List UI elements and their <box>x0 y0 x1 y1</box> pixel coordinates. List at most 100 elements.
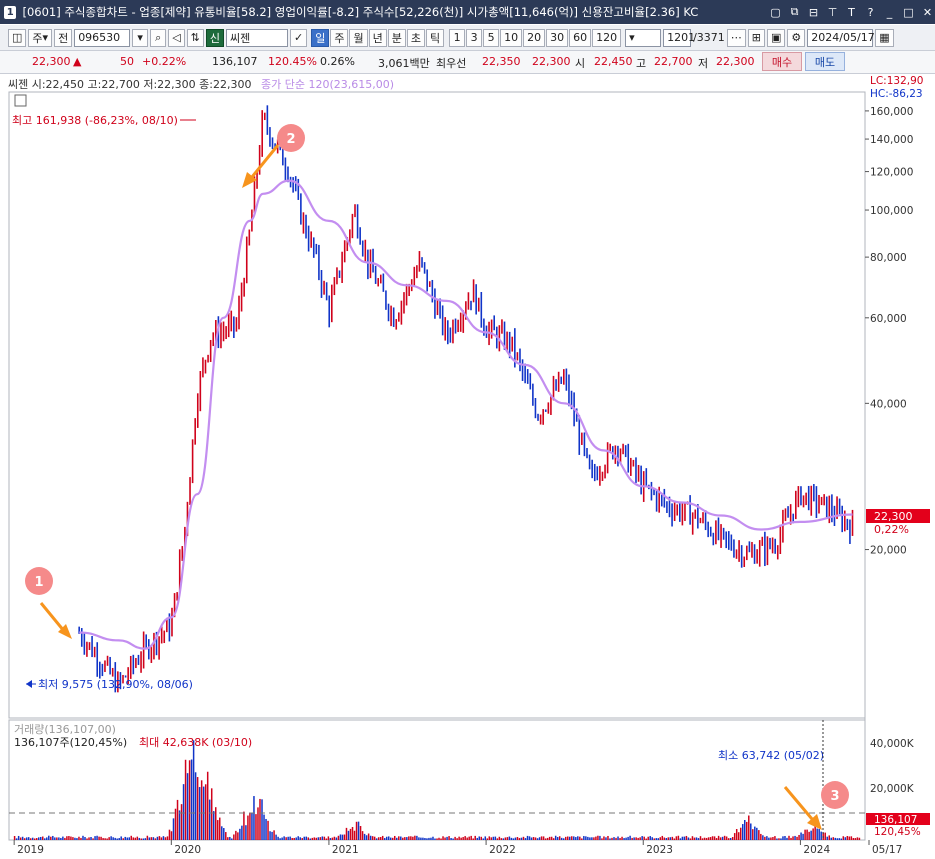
window-titlebar: 1 [0601] 주식종합차트 - 업종[제약] 유통비율[58.2] 영업이익… <box>0 0 935 24</box>
annotation-1-label: 1 <box>34 575 43 590</box>
current-price-tag: 22,300 <box>874 510 913 523</box>
tab-period-4[interactable]: 분 <box>387 28 406 47</box>
link-icon[interactable]: ⊟ <box>806 5 821 20</box>
count-input[interactable]: 1201 <box>663 28 695 47</box>
pin-icon[interactable]: ⊤ <box>825 5 840 20</box>
font-icon[interactable]: T <box>844 5 859 20</box>
window-number: 1 <box>4 5 17 19</box>
volume-max-label: 최대 42,638K (03/10) <box>139 736 252 749</box>
up-arrow-icon: ▲ <box>73 55 82 68</box>
date-input[interactable]: 2024/05/17 <box>807 28 875 47</box>
total-count: /3371 <box>693 31 725 44</box>
price-pane[interactable] <box>8 91 866 719</box>
best-quote-label: 최우선 <box>436 57 467 70</box>
interval-button[interactable]: 60 <box>569 28 592 47</box>
layout-icon[interactable]: ◫ <box>8 28 27 47</box>
restore-icon[interactable]: ▢ <box>768 5 783 20</box>
low-price: 22,300 <box>716 55 755 68</box>
tile-icon[interactable]: ⧉ <box>787 5 802 20</box>
volume-pane[interactable] <box>8 719 866 841</box>
period-tabs: 일 주 월 년 분 초 틱 <box>311 28 445 47</box>
hc-label: HC:-86,23 <box>870 88 923 100</box>
interval-button[interactable]: 20 <box>523 28 546 47</box>
trade-amount: 3,061백만 <box>378 57 430 70</box>
price-chart[interactable]: 160,000140,000120,000100,00080,00060,000… <box>0 73 935 859</box>
chart-toolbar: ◫ 주 ▾ 전 096530 ▾ ⌕ ◁ ⇅ 신 씨젠 ✓ 일 주 월 년 분 초… <box>0 25 935 51</box>
period-type-select[interactable]: 주 ▾ <box>28 28 53 47</box>
volume-value: 136,107 <box>212 55 258 68</box>
grid-icon[interactable]: ⊞ <box>747 28 766 47</box>
interval-select[interactable]: ▾ <box>625 28 662 47</box>
calendar-icon[interactable]: ▦ <box>875 28 894 47</box>
x-tick-label: 2024 <box>803 844 830 856</box>
low-label: 저 <box>698 57 709 70</box>
open-price: 22,450 <box>594 55 633 68</box>
interval-button[interactable]: 3 <box>466 28 483 47</box>
min-label: 최저 9,575 (132,90%, 08/06) <box>38 678 193 691</box>
window-title: [0601] 주식종합차트 - 업종[제약] 유통비율[58.2] 영업이익률[… <box>22 5 699 19</box>
help-icon[interactable]: ? <box>863 5 878 20</box>
x-tick-label: 2022 <box>489 844 516 856</box>
x-tick-label: 2023 <box>646 844 673 856</box>
volume-current-tag: 136,107 <box>874 814 917 826</box>
minimize-icon[interactable]: _ <box>882 5 897 20</box>
y-tick-label: 120,000 <box>870 167 913 179</box>
interval-button[interactable]: 120 <box>592 28 622 47</box>
tab-period-2[interactable]: 월 <box>349 28 368 47</box>
code-dropdown-icon[interactable]: ▾ <box>132 28 149 47</box>
volume-current: 136,107주(120,45%) <box>14 736 127 749</box>
maximize-icon[interactable]: □ <box>901 5 916 20</box>
market-button[interactable]: 전 <box>54 28 73 47</box>
tab-period-1[interactable]: 주 <box>330 28 349 47</box>
credit-badge: 신 <box>205 28 224 47</box>
y-tick-label: 20,000 <box>870 545 907 557</box>
volume-min-label: 최소 63,742 (05/02) <box>718 749 824 762</box>
vol-tick-20000k: 20,000K <box>870 783 915 795</box>
save-icon[interactable]: ▣ <box>767 28 786 47</box>
volume-percent: 120.45% <box>268 55 317 68</box>
best-bid: 22,300 <box>532 55 571 68</box>
sell-button[interactable]: 매도 <box>805 52 845 71</box>
interval-button[interactable]: 10 <box>500 28 523 47</box>
best-ask: 22,350 <box>482 55 521 68</box>
annotation-2-label: 2 <box>286 132 295 147</box>
gear-icon[interactable]: ⚙ <box>787 28 806 47</box>
code-input[interactable]: 096530 <box>74 28 131 47</box>
interval-button[interactable]: 1 <box>449 28 466 47</box>
interval-button[interactable]: 5 <box>483 28 500 47</box>
price-change: 50 <box>120 55 134 68</box>
x-tick-label: 2021 <box>332 844 359 856</box>
scroll-icon[interactable]: ⋯ <box>726 28 746 47</box>
tab-period-0[interactable]: 일 <box>311 28 330 47</box>
x-tick-label: 2019 <box>17 844 44 856</box>
tab-period-6[interactable]: 틱 <box>425 28 445 47</box>
checkmark-icon[interactable]: ✓ <box>290 28 308 47</box>
volume-pct-tag: 120,45% <box>874 826 921 838</box>
quote-bar: 22,300 ▲ 50 +0.22% 136,107 120.45% 0.26%… <box>0 51 935 74</box>
buy-button[interactable]: 매수 <box>762 52 802 71</box>
high-label: 고 <box>636 57 647 70</box>
high-price: 22,700 <box>654 55 693 68</box>
current-pct-tag: 0,22% <box>874 523 909 536</box>
speaker-icon[interactable]: ◁ <box>168 28 185 47</box>
vol-tick-40000k: 40,000K <box>870 738 915 750</box>
search-icon[interactable]: ⌕ <box>150 28 167 47</box>
window-controls: ▢ ⧉ ⊟ ⊤ T ? _ □ ✕ <box>768 5 935 20</box>
y-tick-label: 40,000 <box>870 398 907 410</box>
max-label: 최고 161,938 (-86,23%, 08/10) <box>12 114 178 127</box>
x-tick-label: 2020 <box>174 844 201 856</box>
x-axis: 2019 2020 2021 2022 2023 2024 05/17 <box>13 840 902 856</box>
stock-name-field[interactable]: 씨젠 <box>226 28 288 47</box>
y-tick-label: 80,000 <box>870 252 907 264</box>
interval-button[interactable]: 30 <box>546 28 569 47</box>
close-icon[interactable]: ✕ <box>920 5 935 20</box>
tab-period-5[interactable]: 초 <box>406 28 425 47</box>
prev-next-icon[interactable]: ⇅ <box>186 28 204 47</box>
turnover-rate: 0.26% <box>320 55 355 68</box>
change-percent: +0.22% <box>142 55 187 68</box>
y-tick-label: 60,000 <box>870 313 907 325</box>
volume-title: 거래량(136,107,00) <box>14 723 116 736</box>
interval-buttons: 1 3 5 10 20 30 60 120 <box>449 28 622 47</box>
open-label: 시 <box>575 57 586 70</box>
tab-period-3[interactable]: 년 <box>368 28 387 47</box>
